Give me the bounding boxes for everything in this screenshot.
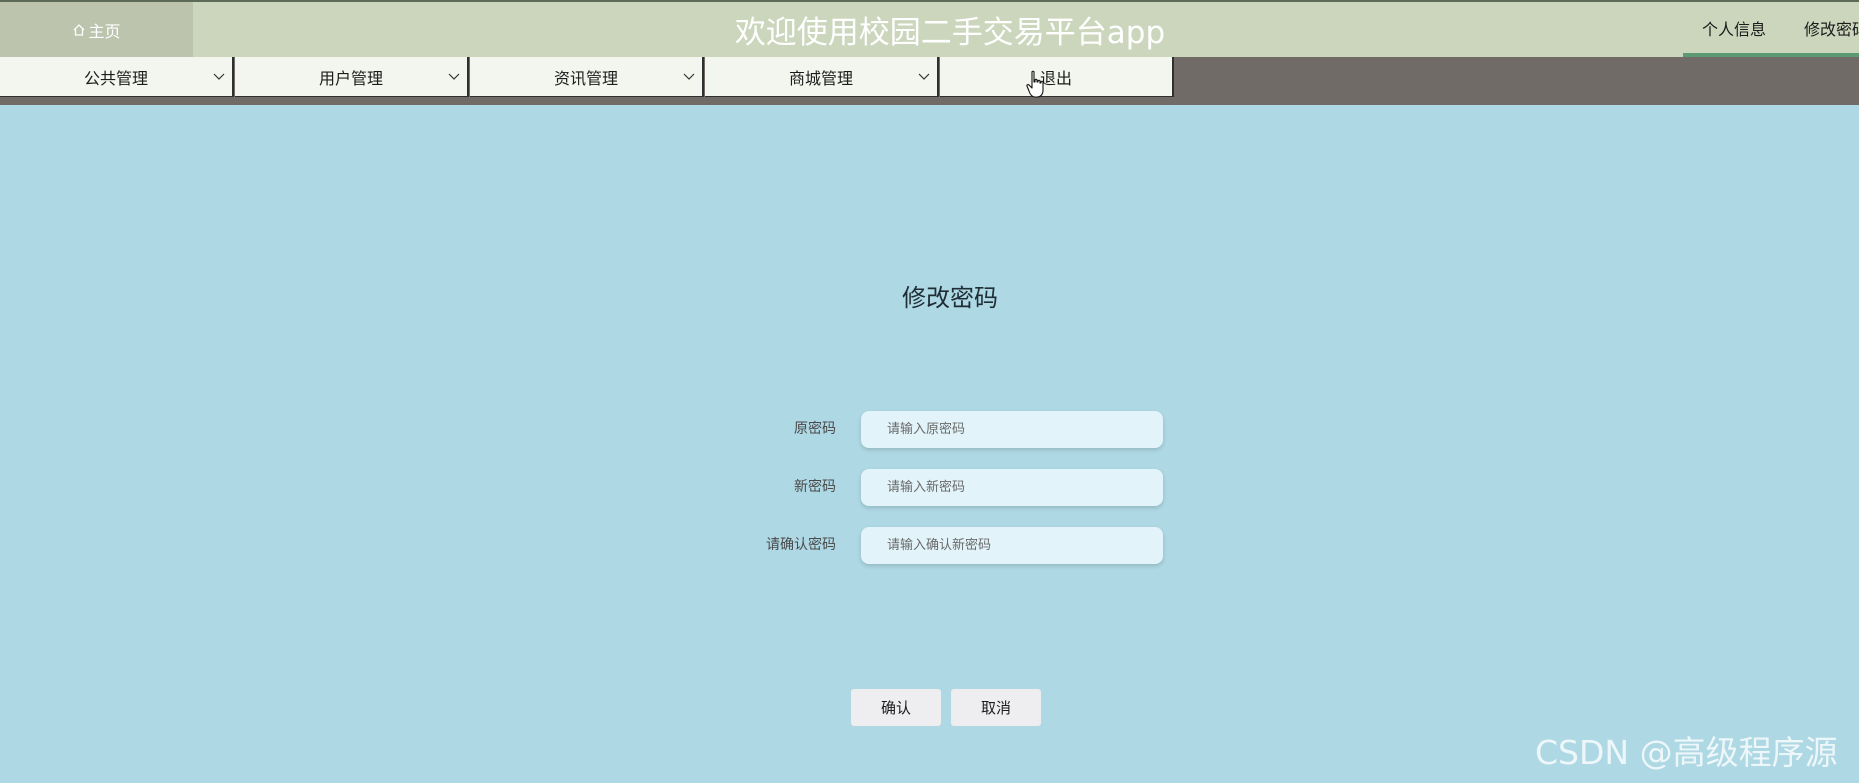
old-password-label: 原密码 [794, 421, 836, 437]
new-password-label: 新密码 [794, 479, 836, 495]
chevron-down-icon [448, 73, 460, 80]
nav-item-logout[interactable]: 退出 [940, 57, 1174, 97]
chevron-down-icon [213, 73, 225, 80]
new-password-input[interactable] [861, 469, 1163, 506]
form-row-confirm-password: 请确认密码 [680, 527, 1240, 564]
nav-item-mall[interactable]: 商城管理 [705, 57, 939, 97]
watermark: CSDN @高级程序源 [1535, 733, 1838, 772]
confirm-password-label: 请确认密码 [766, 537, 836, 553]
chevron-down-icon [683, 73, 695, 80]
form-row-old-password: 原密码 [680, 411, 1240, 448]
nav-item-label: 公共管理 [83, 68, 148, 88]
old-password-input[interactable] [861, 411, 1163, 448]
nav-item-label: 商城管理 [788, 68, 853, 88]
page-title: 修改密码 [902, 284, 998, 312]
chevron-down-icon [918, 73, 930, 80]
cancel-button[interactable]: 取消 [951, 689, 1041, 726]
nav-item-news[interactable]: 资讯管理 [470, 57, 704, 97]
nav-item-users[interactable]: 用户管理 [235, 57, 469, 97]
nav-bar: 公共管理 用户管理 资讯管理 商城管理 退出 [0, 57, 1859, 105]
nav-item-label: 用户管理 [318, 68, 383, 88]
form-row-new-password: 新密码 [680, 469, 1240, 506]
nav-item-public[interactable]: 公共管理 [0, 57, 234, 97]
hand-pointer-cursor-icon [1026, 70, 1044, 98]
home-icon [74, 23, 85, 36]
home-link[interactable]: 主页 [0, 2, 193, 57]
confirm-button[interactable]: 确认 [851, 689, 941, 726]
top-header: 主页 欢迎使用校园二手交易平台app 个人信息 修改密码 [0, 0, 1859, 57]
app-title: 欢迎使用校园二手交易平台app [734, 15, 1166, 51]
confirm-password-input[interactable] [861, 527, 1163, 564]
home-label: 主页 [88, 21, 121, 41]
user-menu-change-password[interactable]: 修改密码 [1785, 2, 1859, 57]
nav-item-label: 资讯管理 [553, 68, 618, 88]
user-menu-profile[interactable]: 个人信息 [1683, 2, 1786, 57]
user-menu: 个人信息 修改密码 [1683, 2, 1859, 57]
